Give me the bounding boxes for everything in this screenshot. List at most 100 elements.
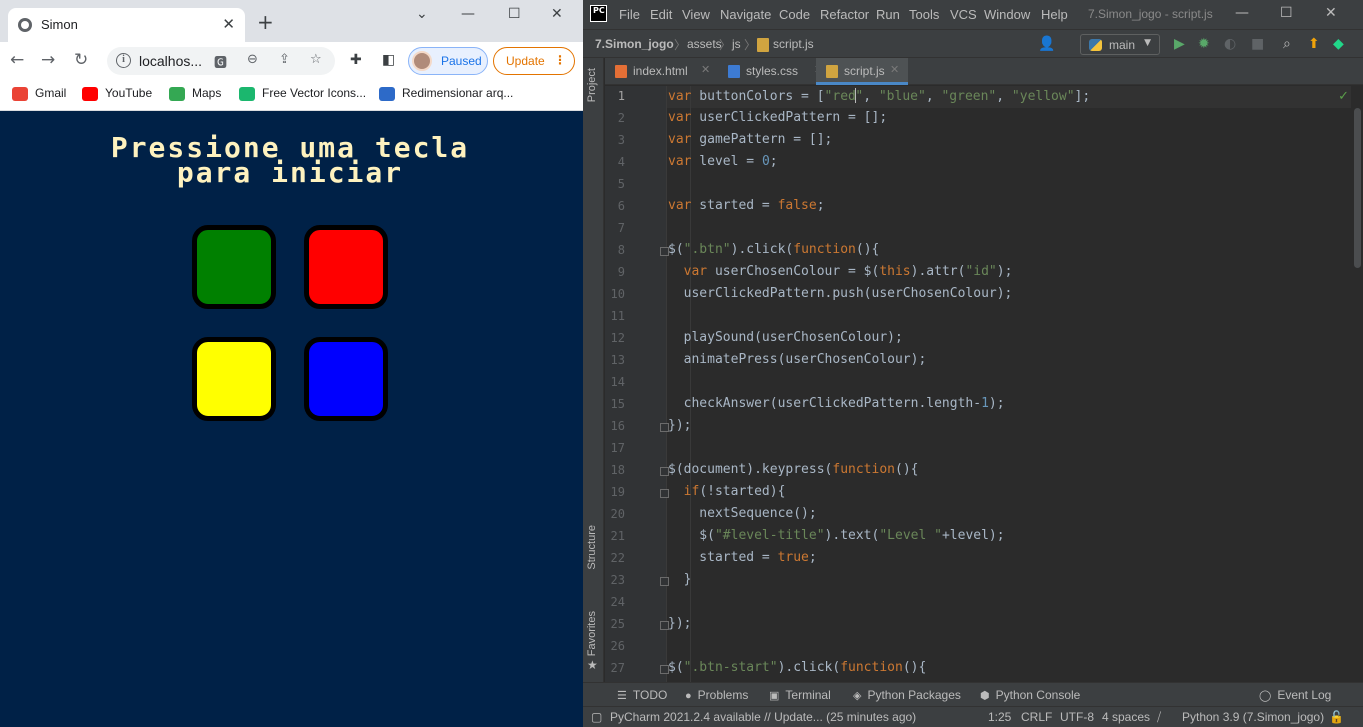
- tab-title: Simon: [41, 17, 78, 32]
- close-tab-icon[interactable]: ✕: [222, 15, 235, 33]
- profile-button[interactable]: Paused: [408, 47, 488, 75]
- user-icon[interactable]: 👤: [1038, 36, 1055, 52]
- line-number: 17: [610, 441, 625, 455]
- minimize-icon[interactable]: —: [461, 6, 475, 22]
- code-token: });: [668, 616, 692, 631]
- share-icon[interactable]: ⇪: [279, 52, 290, 67]
- writable-icon[interactable]: ⧸: [1157, 710, 1161, 725]
- code-token: ;: [808, 550, 817, 565]
- update-button[interactable]: Update ⋮: [493, 47, 575, 75]
- menu-window[interactable]: Window: [984, 7, 1030, 22]
- simon-button-green[interactable]: [192, 225, 276, 309]
- breadcrumb-assets[interactable]: assets: [687, 37, 722, 51]
- menu-view[interactable]: View: [682, 7, 710, 22]
- scrollbar-thumb[interactable]: [1354, 108, 1361, 268]
- tab-search-chevron-icon[interactable]: ⌄: [416, 6, 428, 22]
- close-tab-icon[interactable]: ✕: [890, 63, 899, 76]
- bookmark-star-icon[interactable]: ☆: [310, 52, 322, 67]
- translate-icon[interactable]: 🅶: [214, 52, 227, 71]
- code-line: $(".btn-start").click(function(){: [668, 660, 926, 675]
- favorites-tool-button[interactable]: Favorites: [586, 611, 598, 656]
- menu-edit[interactable]: Edit: [650, 7, 672, 22]
- menu-tools[interactable]: Tools: [909, 7, 939, 22]
- code-token: ,: [925, 89, 942, 104]
- html-file-icon: [615, 65, 627, 78]
- back-icon[interactable]: ←: [10, 50, 24, 70]
- event-log-tool-button[interactable]: ◯ Event Log: [1259, 688, 1331, 702]
- reload-icon[interactable]: ↻: [74, 50, 88, 70]
- project-tool-button[interactable]: Project: [586, 68, 598, 102]
- run-icon[interactable]: ▶: [1174, 36, 1185, 52]
- search-icon[interactable]: ⌕: [1283, 36, 1291, 52]
- forward-icon[interactable]: →: [41, 50, 55, 70]
- structure-tool-button[interactable]: Structure: [586, 525, 598, 570]
- todo-tool-button[interactable]: ☰ TODO: [617, 688, 667, 702]
- menu-code[interactable]: Code: [779, 7, 810, 22]
- file-encoding[interactable]: UTF-8: [1060, 710, 1094, 724]
- browser-tab-simon[interactable]: Simon ✕: [8, 8, 245, 42]
- terminal-tool-button[interactable]: ▣ Terminal: [769, 688, 831, 702]
- tool-label: Problems: [697, 688, 749, 702]
- menu-help[interactable]: Help: [1041, 7, 1068, 22]
- status-panel-icon[interactable]: ▢: [591, 710, 602, 724]
- code-editor[interactable]: 1 2 3 4 5 6 7 8 9 10 11 12 13 14 15 16 17 18 19 20 21 22 23 24 2…: [605, 86, 1363, 682]
- stop-icon[interactable]: ■: [1251, 36, 1264, 52]
- line-number: 2: [617, 111, 625, 125]
- address-bar[interactable]: i localhos... 🅶 ⊖ ⇪ ☆: [107, 47, 335, 75]
- close-window-icon[interactable]: ✕: [551, 6, 563, 22]
- debug-icon[interactable]: ✹: [1198, 36, 1210, 52]
- no-problems-check-icon[interactable]: ✓: [1338, 89, 1349, 104]
- breadcrumb-file[interactable]: script.js: [773, 37, 814, 51]
- editor-scrollbar[interactable]: [1351, 86, 1363, 682]
- side-panel-icon[interactable]: ◧: [382, 52, 395, 68]
- menu-vcs[interactable]: VCS: [950, 7, 977, 22]
- code-token: checkAnswer(userClickedPattern.length-: [668, 396, 982, 411]
- menu-file[interactable]: File: [619, 7, 640, 22]
- breadcrumb-js[interactable]: js: [732, 37, 741, 51]
- simon-button-red[interactable]: [304, 225, 388, 309]
- problems-tool-button[interactable]: ● Problems: [685, 688, 748, 702]
- close-window-icon[interactable]: ✕: [1325, 5, 1337, 21]
- run-configuration-select[interactable]: main ▼: [1080, 34, 1160, 55]
- maximize-icon[interactable]: ☐: [1280, 5, 1293, 21]
- code-token: );: [988, 396, 1005, 411]
- line-separator[interactable]: CRLF: [1021, 710, 1052, 724]
- indentation[interactable]: 4 spaces: [1102, 710, 1150, 724]
- python-console-tool-button[interactable]: ⬢ Python Console: [980, 688, 1080, 702]
- menu-run[interactable]: Run: [876, 7, 900, 22]
- coverage-icon[interactable]: ◐: [1224, 36, 1236, 52]
- resize-icon: [379, 87, 395, 101]
- code-line: });: [668, 616, 691, 631]
- zoom-icon[interactable]: ⊖: [247, 52, 258, 67]
- code-token: "#level-title": [714, 528, 825, 543]
- simon-button-yellow[interactable]: [192, 337, 276, 421]
- update-ide-icon[interactable]: ⬆: [1308, 36, 1320, 52]
- code-token: var: [668, 198, 692, 213]
- lock-icon[interactable]: 🔓: [1329, 710, 1344, 724]
- extensions-icon[interactable]: ✚: [350, 52, 362, 68]
- python-packages-tool-button[interactable]: ◈ Python Packages: [853, 688, 961, 702]
- update-label: Update: [506, 54, 545, 68]
- tool-label: Event Log: [1277, 688, 1332, 702]
- simon-button-blue[interactable]: [304, 337, 388, 421]
- status-message[interactable]: PyCharm 2021.2.4 available // Update... …: [610, 710, 916, 724]
- jetbrains-toolbox-icon[interactable]: ◆: [1333, 36, 1344, 52]
- menu-navigate[interactable]: Navigate: [720, 7, 771, 22]
- address-text: localhos...: [139, 53, 203, 69]
- star-icon[interactable]: ★: [587, 658, 598, 672]
- site-info-icon[interactable]: i: [116, 53, 131, 68]
- tool-label: Python Console: [995, 688, 1081, 702]
- maximize-icon[interactable]: ☐: [508, 6, 521, 22]
- line-number: 10: [610, 287, 625, 301]
- minimize-icon[interactable]: —: [1235, 5, 1249, 21]
- tab-script-js[interactable]: script.js ✕: [816, 58, 908, 85]
- caret-position[interactable]: 1:25: [988, 710, 1011, 724]
- breadcrumb-project[interactable]: 7.Simon_jogo: [595, 37, 674, 51]
- python-interpreter[interactable]: Python 3.9 (7.Simon_jogo): [1182, 710, 1324, 724]
- status-bar: ▢ PyCharm 2021.2.4 available // Update..…: [583, 706, 1363, 727]
- new-tab-icon[interactable]: +: [257, 12, 274, 32]
- tab-styles-css[interactable]: styles.css ✕: [718, 58, 831, 85]
- close-tab-icon[interactable]: ✕: [701, 63, 710, 76]
- tab-index-html[interactable]: index.html ✕: [605, 58, 718, 85]
- menu-refactor[interactable]: Refactor: [820, 7, 869, 22]
